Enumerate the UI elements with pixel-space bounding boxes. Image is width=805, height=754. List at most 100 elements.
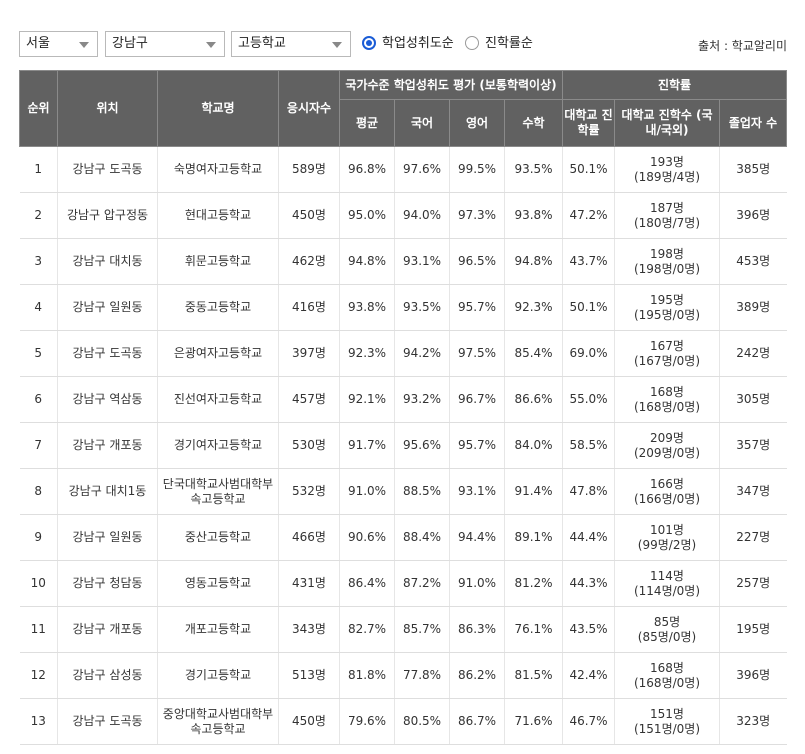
cell-univ-rate: 55.0% bbox=[562, 376, 615, 423]
cell-univ-rate: 50.1% bbox=[562, 146, 615, 193]
school-name: 단국대학교사범대학부속고등학교 bbox=[162, 476, 274, 506]
region-select[interactable]: 서울 bbox=[19, 31, 98, 57]
sort-achievement-radio[interactable]: 학업성취도순 bbox=[362, 34, 454, 54]
cell-school: 중앙대학교사범대학부속고등학교 bbox=[157, 698, 279, 745]
cell-math: 76.1% bbox=[504, 606, 563, 653]
header-admission-group: 진학률 bbox=[562, 70, 787, 100]
cell-graduates: 453명 bbox=[719, 238, 787, 285]
univ-count-split: (167명/0명) bbox=[633, 353, 701, 368]
region-select-value: 서울 bbox=[26, 36, 50, 51]
cell-univ-count: 114명 (114명/0명) bbox=[614, 560, 720, 607]
filter-toolbar: 서울 강남구 고등학교 학업성취도순 진학률순 출처 : 학교알리미 bbox=[0, 0, 805, 70]
cell-school: 경기고등학교 bbox=[157, 652, 279, 699]
cell-examinees: 530명 bbox=[278, 422, 340, 469]
cell-rank: 1 bbox=[19, 146, 58, 193]
cell-korean: 94.2% bbox=[394, 330, 450, 377]
univ-count-total: 151명 bbox=[650, 706, 684, 721]
univ-count-total: 168명 bbox=[650, 660, 684, 675]
cell-school: 현대고등학교 bbox=[157, 192, 279, 239]
cell-univ-rate: 44.4% bbox=[562, 514, 615, 561]
univ-count-split: (195명/0명) bbox=[633, 307, 701, 322]
cell-average: 96.8% bbox=[339, 146, 395, 193]
cell-univ-rate: 43.5% bbox=[562, 606, 615, 653]
cell-location: 강남구 개포동 bbox=[57, 606, 158, 653]
cell-english: 86.3% bbox=[449, 606, 505, 653]
cell-location: 강남구 삼성동 bbox=[57, 652, 158, 699]
cell-examinees: 589명 bbox=[278, 146, 340, 193]
cell-univ-count: 166명 (166명/0명) bbox=[614, 468, 720, 515]
cell-average: 92.3% bbox=[339, 330, 395, 377]
district-select[interactable]: 강남구 bbox=[105, 31, 225, 57]
table-row: 2 강남구 압구정동 현대고등학교 450명 95.0% 94.0% 97.3% 93.8% 4… bbox=[19, 192, 787, 239]
cell-math: 84.0% bbox=[504, 422, 563, 469]
sort-admission-radio[interactable]: 진학률순 bbox=[465, 34, 533, 54]
school-type-select[interactable]: 고등학교 bbox=[231, 31, 351, 57]
cell-english: 97.5% bbox=[449, 330, 505, 377]
univ-count-split: (168명/0명) bbox=[633, 399, 701, 414]
cell-location: 강남구 압구정동 bbox=[57, 192, 158, 239]
cell-average: 81.8% bbox=[339, 652, 395, 699]
cell-korean: 88.4% bbox=[394, 514, 450, 561]
cell-math: 94.8% bbox=[504, 238, 563, 285]
header-examinees: 응시자수 bbox=[278, 70, 340, 147]
header-school: 학교명 bbox=[157, 70, 279, 147]
cell-english: 99.5% bbox=[449, 146, 505, 193]
cell-graduates: 323명 bbox=[719, 698, 787, 745]
cell-location: 강남구 도곡동 bbox=[57, 146, 158, 193]
school-name: 영동고등학교 bbox=[184, 576, 252, 590]
chevron-down-icon bbox=[79, 42, 89, 48]
school-name: 중앙대학교사범대학부속고등학교 bbox=[162, 706, 274, 736]
univ-count-split: (99명/2명) bbox=[637, 537, 697, 552]
univ-count-split: (114명/0명) bbox=[633, 583, 701, 598]
univ-count-split: (209명/0명) bbox=[633, 445, 701, 460]
table-row: 13 강남구 도곡동 중앙대학교사범대학부속고등학교 450명 79.6% 80.5% 86… bbox=[19, 698, 787, 745]
univ-count-total: 167명 bbox=[650, 338, 684, 353]
school-name: 휘문고등학교 bbox=[184, 254, 252, 268]
cell-rank: 4 bbox=[19, 284, 58, 331]
chevron-down-icon bbox=[206, 42, 216, 48]
cell-location: 강남구 역삼동 bbox=[57, 376, 158, 423]
cell-univ-count: 195명 (195명/0명) bbox=[614, 284, 720, 331]
cell-korean: 77.8% bbox=[394, 652, 450, 699]
source-note: 출처 : 학교알리미 bbox=[698, 39, 787, 53]
cell-univ-rate: 42.4% bbox=[562, 652, 615, 699]
cell-examinees: 450명 bbox=[278, 698, 340, 745]
cell-univ-count: 151명 (151명/0명) bbox=[614, 698, 720, 745]
cell-math: 93.8% bbox=[504, 192, 563, 239]
cell-english: 96.5% bbox=[449, 238, 505, 285]
header-rank: 순위 bbox=[19, 70, 58, 147]
cell-univ-rate: 58.5% bbox=[562, 422, 615, 469]
cell-korean: 95.6% bbox=[394, 422, 450, 469]
cell-math: 93.5% bbox=[504, 146, 563, 193]
table-row: 3 강남구 대치동 휘문고등학교 462명 94.8% 93.1% 96.5% 94.8% 43… bbox=[19, 238, 787, 285]
cell-rank: 13 bbox=[19, 698, 58, 745]
cell-location: 강남구 일원동 bbox=[57, 514, 158, 561]
cell-examinees: 513명 bbox=[278, 652, 340, 699]
univ-count-total: 209명 bbox=[650, 430, 684, 445]
cell-english: 86.7% bbox=[449, 698, 505, 745]
cell-graduates: 389명 bbox=[719, 284, 787, 331]
header-math: 수학 bbox=[504, 99, 563, 147]
cell-univ-count: 168명 (168명/0명) bbox=[614, 376, 720, 423]
district-select-value: 강남구 bbox=[112, 36, 148, 51]
cell-korean: 85.7% bbox=[394, 606, 450, 653]
cell-rank: 9 bbox=[19, 514, 58, 561]
table-row: 8 강남구 대치1동 단국대학교사범대학부속고등학교 532명 91.0% 88.5% 93… bbox=[19, 468, 787, 515]
cell-examinees: 431명 bbox=[278, 560, 340, 607]
header-korean: 국어 bbox=[394, 99, 450, 147]
cell-english: 93.1% bbox=[449, 468, 505, 515]
cell-school: 개포고등학교 bbox=[157, 606, 279, 653]
cell-school: 휘문고등학교 bbox=[157, 238, 279, 285]
cell-univ-count: 168명 (168명/0명) bbox=[614, 652, 720, 699]
cell-average: 92.1% bbox=[339, 376, 395, 423]
school-name: 경기여자고등학교 bbox=[173, 438, 263, 452]
school-type-select-value: 고등학교 bbox=[238, 36, 286, 51]
school-ranking-table: 순위 위치 학교명 응시자수 국가수준 학업성취도 평가 (보통학력이상) 진학… bbox=[19, 70, 787, 745]
univ-count-split: (85명/0명) bbox=[637, 629, 697, 644]
univ-count-total: 187명 bbox=[650, 200, 684, 215]
cell-school: 경기여자고등학교 bbox=[157, 422, 279, 469]
cell-math: 86.6% bbox=[504, 376, 563, 423]
cell-school: 중동고등학교 bbox=[157, 284, 279, 331]
cell-univ-rate: 43.7% bbox=[562, 238, 615, 285]
cell-graduates: 385명 bbox=[719, 146, 787, 193]
